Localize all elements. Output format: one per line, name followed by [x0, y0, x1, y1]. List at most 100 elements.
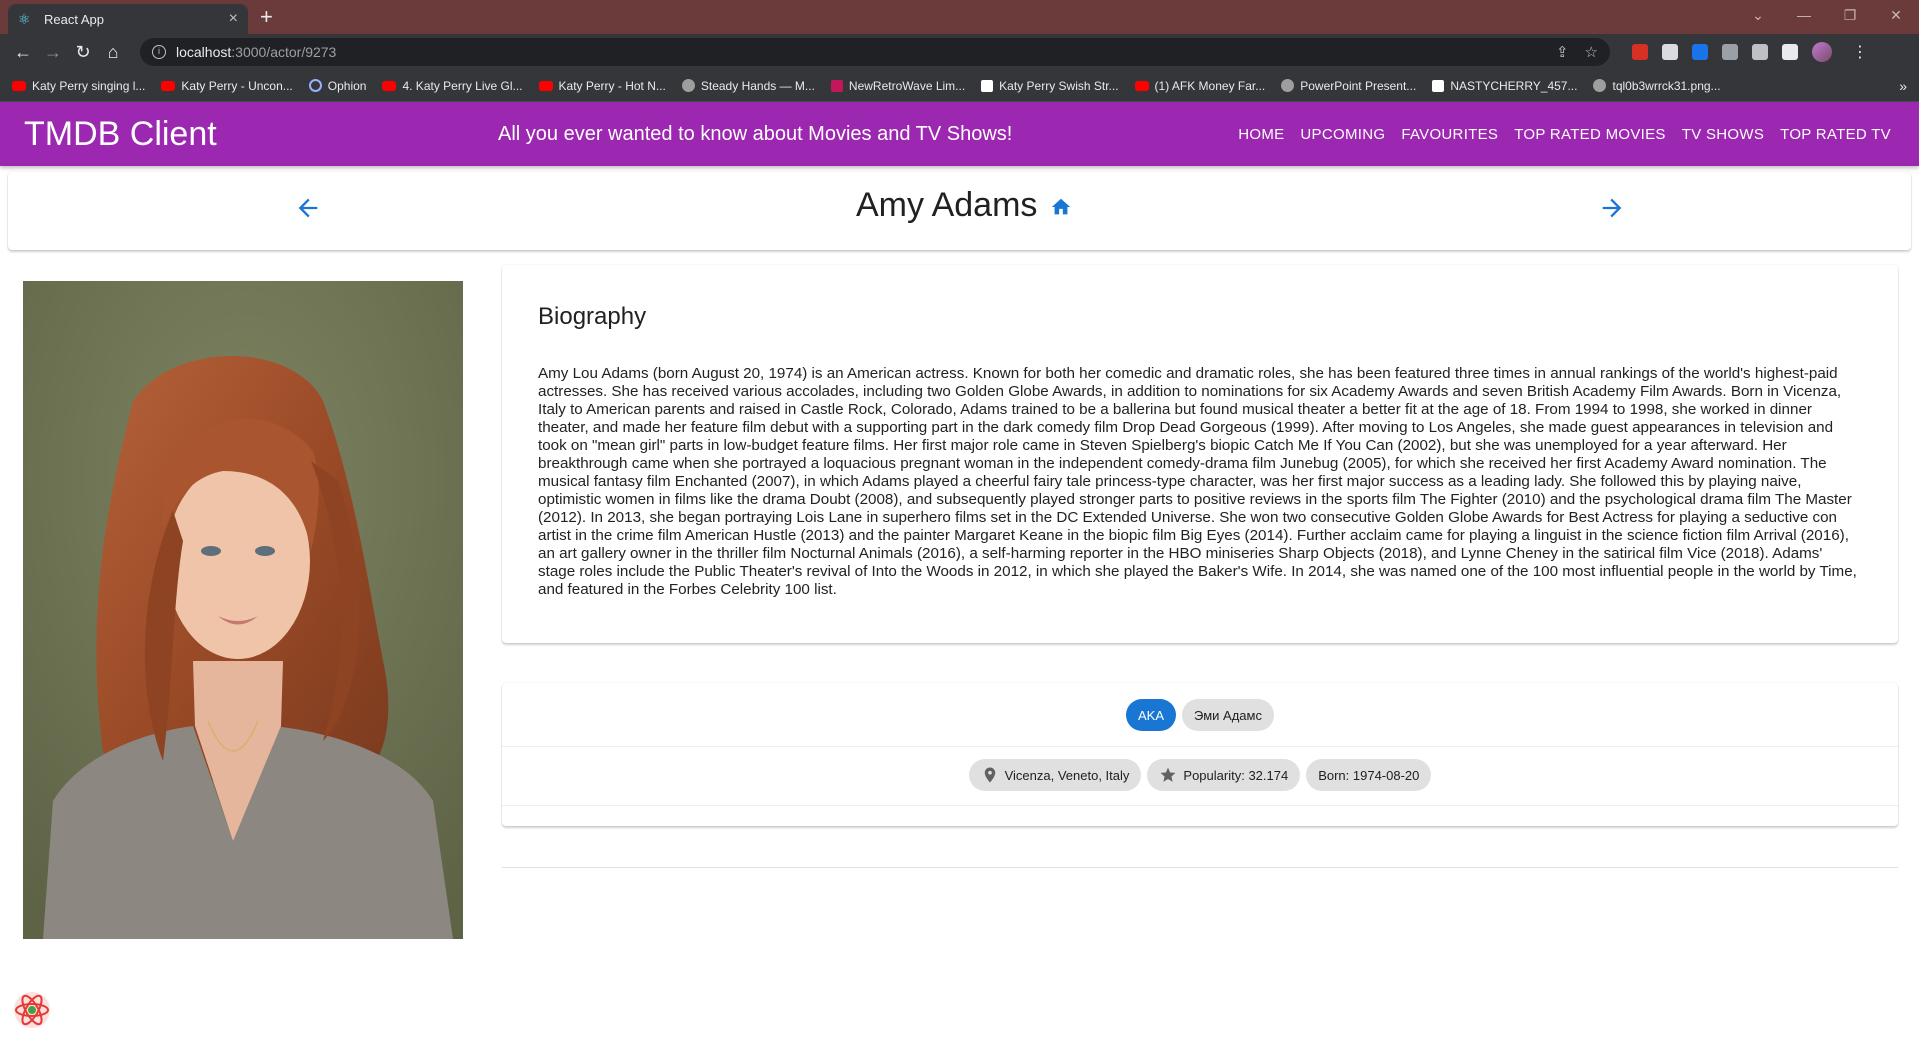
- bookmark-item[interactable]: Ophion: [308, 78, 367, 93]
- bookmark-label: Katy Perry Swish Str...: [999, 78, 1119, 93]
- tab-search-icon[interactable]: ⌄: [1735, 0, 1781, 30]
- aka-name-chip[interactable]: Эми Адамс: [1182, 699, 1274, 731]
- born-chip[interactable]: Born: 1974-08-20: [1306, 759, 1432, 791]
- bookmark-item[interactable]: PowerPoint Present...: [1281, 79, 1416, 93]
- omnibox-actions: ⇪ ☆: [1556, 43, 1598, 61]
- gray-icon: [1281, 79, 1295, 92]
- biography-heading: Biography: [538, 303, 647, 330]
- nav-home[interactable]: HOME: [1230, 118, 1292, 151]
- info-row: Vicenza, Veneto, Italy Popularity: 32.17…: [502, 759, 1898, 791]
- profile-avatar[interactable]: [1812, 42, 1832, 62]
- extensions-area: ⋮: [1632, 42, 1868, 62]
- actor-photo: [23, 281, 463, 939]
- bookmark-item[interactable]: Katy Perry - Uncon...: [161, 78, 293, 93]
- youtube-icon: [538, 80, 553, 91]
- app-title: TMDB Client: [24, 114, 217, 153]
- bookmark-label: tql0b3wrrck31.png...: [1612, 78, 1721, 93]
- home-browser-icon[interactable]: ⌂: [98, 37, 128, 67]
- aka-chip[interactable]: AKA: [1126, 699, 1177, 731]
- actor-header: Amy Adams: [8, 172, 1911, 250]
- next-arrow-icon[interactable]: [1598, 194, 1626, 227]
- bookmark-item[interactable]: Katy Perry - Hot N...: [538, 78, 666, 93]
- nav-tv-shows[interactable]: TV SHOWS: [1674, 118, 1772, 151]
- bookmark-item[interactable]: NewRetroWave Lim...: [830, 78, 966, 93]
- bookmark-label: Katy Perry - Hot N...: [558, 78, 666, 93]
- bookmark-item[interactable]: 4. Katy Perry Live Gl...: [382, 78, 523, 93]
- extension-mail-icon[interactable]: [1632, 44, 1648, 60]
- bookmark-item[interactable]: Katy Perry Swish Str...: [981, 78, 1119, 93]
- actor-name: Amy Adams: [856, 186, 1038, 224]
- more-bookmarks-icon[interactable]: »: [1899, 78, 1907, 94]
- square-icon: [1432, 79, 1445, 92]
- nav-top-rated-movies[interactable]: TOP RATED MOVIES: [1506, 118, 1674, 151]
- url-text: localhost:3000/actor/9273: [176, 44, 336, 60]
- extension-grid-icon[interactable]: [1662, 44, 1678, 60]
- tab-title: React App: [44, 11, 104, 27]
- bookmark-item[interactable]: Katy Perry singing l...: [12, 79, 145, 93]
- bookmark-label: (1) AFK Money Far...: [1154, 78, 1266, 93]
- nav-upcoming[interactable]: UPCOMING: [1292, 118, 1393, 151]
- page-divider: [502, 867, 1898, 868]
- browser-tab[interactable]: ⚛ React App ×: [8, 4, 248, 34]
- share-icon[interactable]: ⇪: [1556, 43, 1569, 61]
- close-tab-icon[interactable]: ×: [229, 11, 238, 27]
- url-path: :3000/actor/9273: [231, 44, 337, 60]
- location-pin-icon: [981, 766, 999, 784]
- homepage-icon[interactable]: [1050, 196, 1072, 223]
- extensions-puzzle-icon[interactable]: [1752, 44, 1768, 60]
- nav-top-rated-tv[interactable]: TOP RATED TV: [1772, 118, 1899, 151]
- restore-icon[interactable]: ❐: [1827, 0, 1873, 30]
- youtube-icon: [1134, 80, 1149, 91]
- bookmark-item[interactable]: (1) AFK Money Far...: [1134, 78, 1266, 93]
- bookmark-label: Katy Perry - Uncon...: [181, 78, 293, 93]
- reload-icon[interactable]: ↻: [68, 37, 98, 67]
- url-host: localhost: [176, 44, 232, 60]
- browser-toolbar: ← → ↻ ⌂ i localhost:3000/actor/9273 ⇪ ☆ …: [0, 34, 1919, 70]
- react-favicon-icon: ⚛: [18, 11, 31, 27]
- close-window-icon[interactable]: ✕: [1873, 0, 1919, 30]
- bookmark-label: NewRetroWave Lim...: [848, 78, 966, 93]
- gray-icon: [1593, 79, 1607, 92]
- bookmark-label: Steady Hands — M...: [700, 78, 815, 93]
- app-tagline: All you ever wanted to know about Movies…: [498, 122, 1013, 145]
- address-bar[interactable]: i localhost:3000/actor/9273 ⇪ ☆: [140, 38, 1610, 66]
- extension-camera-icon[interactable]: [1722, 44, 1738, 60]
- browser-tab-strip: ⚛ React App × + ⌄ — ❐ ✕: [0, 0, 1919, 34]
- youtube-icon: [382, 80, 397, 91]
- minimize-icon[interactable]: —: [1781, 0, 1827, 30]
- site-info-icon[interactable]: i: [152, 45, 166, 59]
- window-controls: ⌄ — ❐ ✕: [1735, 0, 1919, 30]
- bookmark-label: PowerPoint Present...: [1300, 78, 1417, 93]
- bookmark-item[interactable]: NASTYCHERRY_457...: [1432, 79, 1577, 93]
- medium-icon: [981, 79, 994, 92]
- previous-arrow-icon[interactable]: [294, 194, 322, 227]
- nav-favourites[interactable]: FAVOURITES: [1393, 118, 1506, 151]
- aka-row: AKA Эми Адамс: [502, 699, 1898, 731]
- bookmark-label: 4. Katy Perry Live Gl...: [402, 78, 523, 93]
- row-divider: [502, 746, 1898, 747]
- popularity-text: Popularity: 32.174: [1183, 767, 1289, 783]
- row-divider-bottom: [502, 805, 1898, 806]
- bookmark-item[interactable]: tql0b3wrrck31.png...: [1593, 78, 1721, 93]
- chrome-menu-icon[interactable]: ⋮: [1852, 42, 1868, 62]
- youtube-icon: [12, 80, 26, 91]
- birthplace-chip[interactable]: Vicenza, Veneto, Italy: [968, 759, 1142, 791]
- gray-icon: [681, 79, 695, 92]
- app-bar: TMDB Client All you ever wanted to know …: [0, 102, 1919, 166]
- new-tab-icon[interactable]: +: [260, 6, 273, 28]
- star-icon: [1159, 766, 1177, 784]
- popularity-chip[interactable]: Popularity: 32.174: [1147, 759, 1301, 791]
- react-query-devtools-icon[interactable]: [12, 990, 52, 1030]
- extension-m-icon[interactable]: [1692, 44, 1708, 60]
- side-panel-icon[interactable]: [1782, 44, 1798, 60]
- biography-text: Amy Lou Adams (born August 20, 1974) is …: [538, 365, 1857, 598]
- details-card: AKA Эми Адамс Vicenza, Veneto, Italy Pop…: [502, 683, 1898, 826]
- bookmark-label: Ophion: [327, 78, 367, 93]
- back-icon[interactable]: ←: [8, 37, 38, 67]
- forward-icon[interactable]: →: [38, 37, 68, 67]
- bookmark-star-icon[interactable]: ☆: [1585, 43, 1598, 61]
- bookmark-label: NASTYCHERRY_457...: [1450, 78, 1578, 93]
- birthplace-text: Vicenza, Veneto, Italy: [1004, 767, 1130, 783]
- bookmark-item[interactable]: Steady Hands — M...: [681, 78, 815, 93]
- circle-icon: [308, 79, 322, 92]
